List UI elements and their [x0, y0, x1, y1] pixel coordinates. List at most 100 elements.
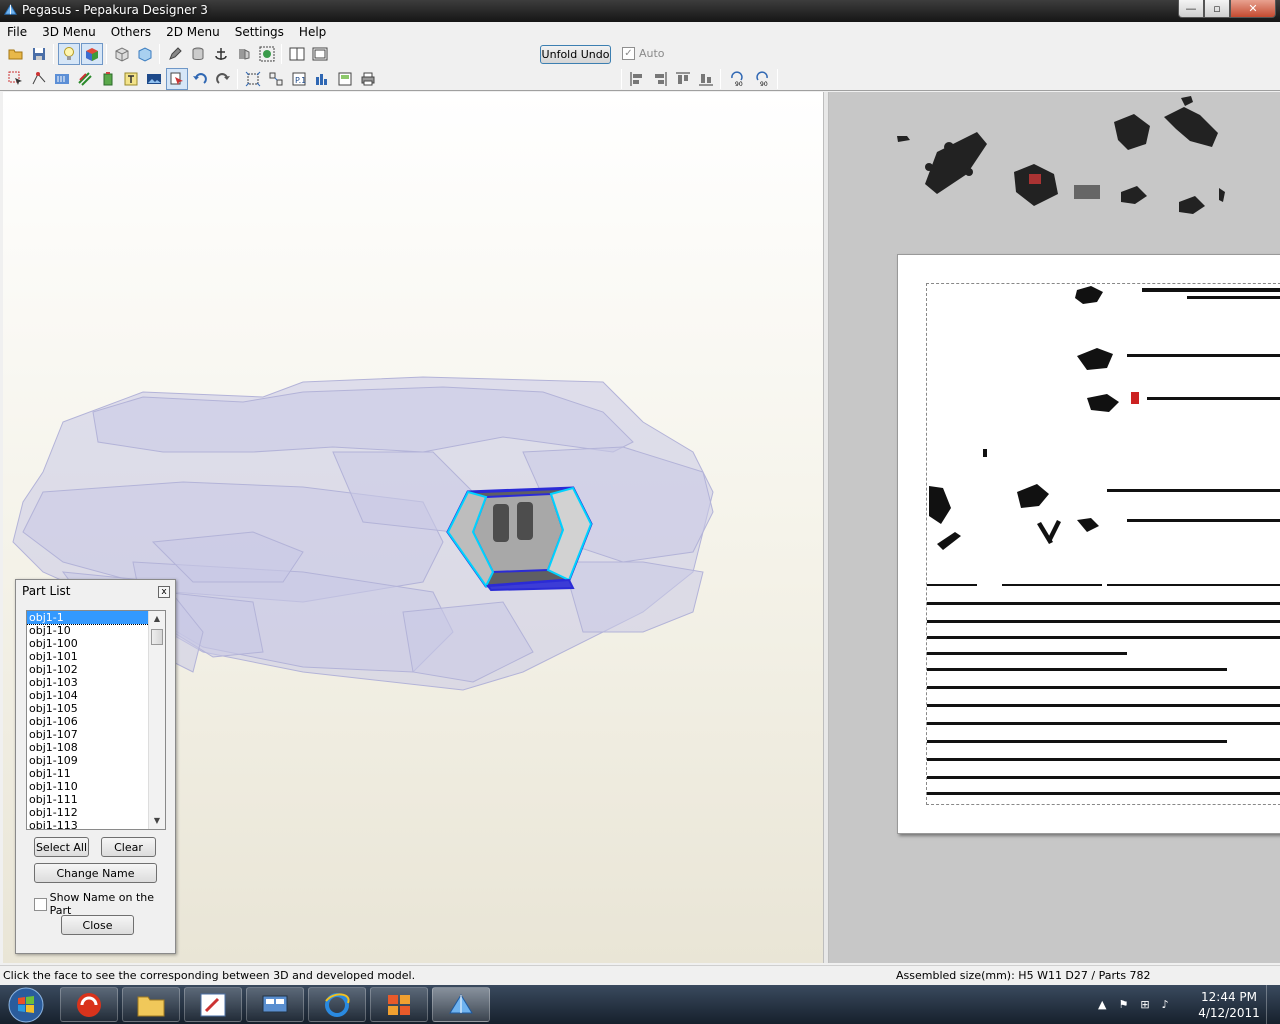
maximize-button[interactable]: ▫	[1204, 0, 1230, 18]
scroll-down-icon[interactable]: ▼	[149, 813, 165, 829]
taskbar-ie[interactable]	[308, 987, 366, 1022]
print-page[interactable]	[897, 254, 1280, 834]
network-status-icon[interactable]: ⊞	[1140, 998, 1149, 1011]
auto-checkbox[interactable]: ✓	[622, 47, 635, 60]
show-name-option[interactable]: Show Name on the Part	[34, 891, 175, 917]
volume-icon[interactable]: ♪	[1162, 998, 1169, 1011]
tray-expand-icon[interactable]: ▲	[1098, 998, 1106, 1011]
toolbar-separator	[621, 69, 622, 89]
menu-file[interactable]: File	[0, 25, 35, 39]
anchor-button[interactable]	[210, 43, 232, 65]
show-name-label: Show Name on the Part	[49, 891, 155, 917]
show-name-checkbox[interactable]	[34, 897, 47, 911]
part-list-item[interactable]: obj1-100	[27, 637, 165, 650]
flap-button[interactable]	[233, 43, 255, 65]
align-right-button[interactable]	[649, 68, 671, 90]
clear-button[interactable]: Clear	[101, 837, 156, 857]
save-button[interactable]	[28, 43, 50, 65]
unplaced-parts-area[interactable]	[829, 92, 1280, 252]
select-button[interactable]	[5, 68, 27, 90]
select-all-button[interactable]: Select All	[34, 837, 89, 857]
save-icon	[33, 48, 45, 60]
taskbar-app-6[interactable]	[370, 987, 428, 1022]
developed-parts[interactable]	[927, 284, 1280, 806]
part-list-item[interactable]: obj1-111	[27, 793, 165, 806]
part-list-scrollbar[interactable]: ▲ ▼	[148, 611, 165, 829]
fold-line-button[interactable]	[74, 68, 96, 90]
scroll-thumb[interactable]	[151, 629, 163, 645]
image-button[interactable]	[143, 68, 165, 90]
pen-tool-button[interactable]	[164, 43, 186, 65]
part-list-item[interactable]: obj1-11	[27, 767, 165, 780]
part-list-item[interactable]: obj1-110	[27, 780, 165, 793]
taskbar-pepakura[interactable]	[432, 987, 490, 1022]
page-number-button[interactable]: P.1	[288, 68, 310, 90]
taskbar-app-3[interactable]	[184, 987, 242, 1022]
align-bottom-button[interactable]	[695, 68, 717, 90]
redo-arrow-button[interactable]	[212, 68, 234, 90]
paper-arrange-button[interactable]	[166, 67, 188, 90]
part-list-item[interactable]: obj1-109	[27, 754, 165, 767]
part-list-item[interactable]: obj1-106	[27, 715, 165, 728]
globe-button[interactable]	[256, 43, 278, 65]
scroll-up-icon[interactable]: ▲	[149, 611, 165, 627]
part-list-item[interactable]: obj1-113	[27, 819, 165, 829]
zoom-parts-button[interactable]	[265, 68, 287, 90]
part-list-item[interactable]: obj1-112	[27, 806, 165, 819]
action-center-flag-icon[interactable]: ⚑	[1118, 998, 1128, 1011]
change-name-button[interactable]: Change Name	[34, 863, 157, 883]
cylinder-icon	[192, 47, 204, 60]
texture-toggle-button[interactable]	[81, 43, 103, 65]
part-list-close-button[interactable]: Close	[61, 915, 134, 935]
browser-red-icon	[77, 992, 101, 1017]
part-list-item[interactable]: obj1-105	[27, 702, 165, 715]
join-edge-button[interactable]	[28, 68, 50, 90]
taskbar-explorer[interactable]	[122, 987, 180, 1022]
menu-others[interactable]: Others	[104, 25, 159, 39]
part-list-item[interactable]: obj1-103	[27, 676, 165, 689]
cylinder-button[interactable]	[187, 43, 209, 65]
menu-settings[interactable]: Settings	[228, 25, 292, 39]
windows-start-icon[interactable]	[4, 986, 48, 1024]
rotate-left-button[interactable]: 90	[725, 68, 749, 90]
part-list-item[interactable]: obj1-1	[27, 611, 165, 625]
undo-arrow-button[interactable]	[189, 68, 211, 90]
print-button[interactable]	[357, 68, 379, 90]
part-list-item[interactable]: obj1-108	[27, 741, 165, 754]
part-list-item[interactable]: obj1-101	[27, 650, 165, 663]
close-button[interactable]: ✕	[1230, 0, 1276, 18]
part-list-item[interactable]: obj1-104	[27, 689, 165, 702]
bar-chart-button[interactable]	[311, 68, 333, 90]
rotate-right-button[interactable]: 90	[750, 68, 774, 90]
menu-2d[interactable]: 2D Menu	[159, 25, 228, 39]
menu-3d[interactable]: 3D Menu	[35, 25, 104, 39]
open-button[interactable]	[5, 43, 27, 65]
box-view-button[interactable]	[111, 43, 133, 65]
battery-button[interactable]	[97, 68, 119, 90]
taskbar-app-1[interactable]	[60, 987, 118, 1022]
fit-page-button[interactable]	[242, 68, 264, 90]
calculator-button[interactable]	[51, 68, 73, 90]
part-list-close-icon[interactable]: x	[158, 586, 170, 598]
auto-option[interactable]: ✓ Auto	[622, 47, 665, 60]
page-number-icon: P.1	[292, 72, 306, 85]
light-toggle-button[interactable]	[58, 43, 80, 65]
print-preview-button[interactable]	[334, 68, 356, 90]
2d-development-view[interactable]	[829, 92, 1280, 963]
taskbar-app-4[interactable]	[246, 987, 304, 1022]
part-list-item[interactable]: obj1-107	[27, 728, 165, 741]
menu-help[interactable]: Help	[292, 25, 334, 39]
align-top-button[interactable]	[672, 68, 694, 90]
part-list-box[interactable]: obj1-1 obj1-10 obj1-100 obj1-101 obj1-10…	[26, 610, 166, 830]
taskbar-clock[interactable]: 12:44 PM 4/12/2011	[1196, 989, 1262, 1021]
text-button[interactable]	[120, 68, 142, 90]
align-left-button[interactable]	[626, 68, 648, 90]
single-view-button[interactable]	[309, 43, 331, 65]
split-view-button[interactable]	[286, 43, 308, 65]
face-view-button[interactable]	[134, 43, 156, 65]
part-list-item[interactable]: obj1-102	[27, 663, 165, 676]
part-list-item[interactable]: obj1-10	[27, 624, 165, 637]
unfold-undo-button[interactable]: Unfold Undo	[540, 45, 611, 64]
show-desktop-button[interactable]	[1266, 985, 1280, 1024]
minimize-button[interactable]: —	[1178, 0, 1204, 18]
